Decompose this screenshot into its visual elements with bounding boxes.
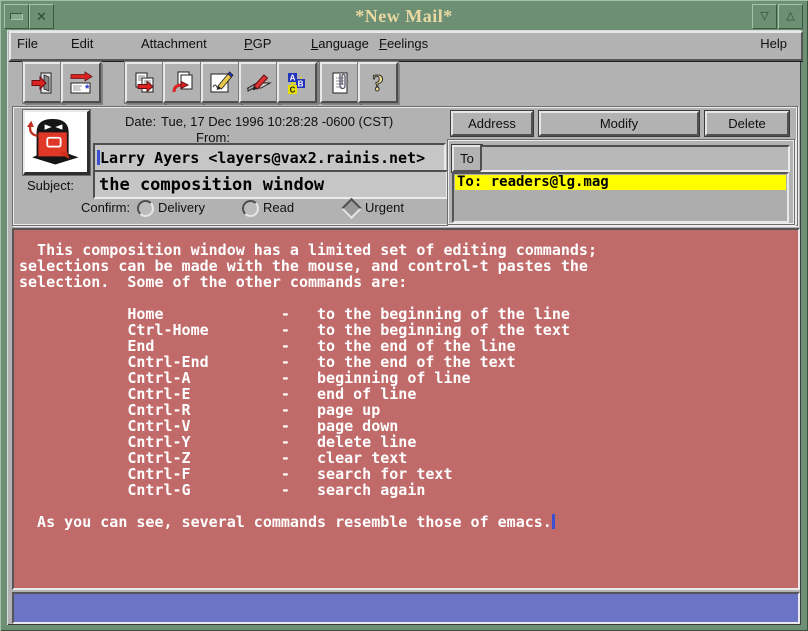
urgent-diamond-toggle[interactable] xyxy=(341,198,362,219)
help-button[interactable]: ? xyxy=(358,62,398,103)
address-button[interactable]: Address xyxy=(451,111,533,136)
status-bar xyxy=(12,592,800,624)
confirm-delivery-radio[interactable] xyxy=(137,200,154,217)
insert-document-icon xyxy=(170,70,196,96)
confirm-read-label: Read xyxy=(263,200,294,215)
menubar: File Edit Attachment PGP Language Feelin… xyxy=(9,31,803,61)
svg-text:C: C xyxy=(290,85,296,94)
maximize-up-icon: △ xyxy=(786,11,794,22)
recipient-row-selected[interactable]: To: readers@lg.mag xyxy=(455,175,786,190)
insert-file-button[interactable] xyxy=(163,62,203,103)
new-mail-window: ✕ *New Mail* ▽ △ File Edit Attachment PG… xyxy=(0,0,808,631)
message-header-panel: Date: Tue, 17 Dec 1996 10:28:28 -0600 (C… xyxy=(12,106,798,226)
menu-pgp[interactable]: PGP xyxy=(244,33,271,55)
to-input[interactable] xyxy=(480,145,790,172)
send-button[interactable]: * xyxy=(61,62,101,103)
menu-feelings[interactable]: Feelings xyxy=(379,33,428,55)
maximize-button[interactable]: △ xyxy=(778,4,803,29)
delete-button[interactable]: Delete xyxy=(705,111,789,136)
confirm-read-radio[interactable] xyxy=(242,200,259,217)
subject-label: Subject: xyxy=(27,178,74,193)
notes-button[interactable] xyxy=(320,62,360,103)
send-envelope-icon: * xyxy=(68,70,94,96)
menu-file[interactable]: File xyxy=(17,33,38,55)
svg-text:B: B xyxy=(298,79,304,88)
help-question-icon: ? xyxy=(365,70,391,96)
erase-text-button[interactable] xyxy=(239,62,279,103)
menu-language[interactable]: Language xyxy=(311,33,369,55)
date-value: Tue, 17 Dec 1996 10:28:28 -0600 (CST) xyxy=(161,114,393,129)
svg-text:*: * xyxy=(85,83,90,95)
copy-documents-icon xyxy=(132,70,158,96)
message-body-text: This composition window has a limited se… xyxy=(14,230,798,530)
date-label: Date: xyxy=(125,114,156,129)
modify-button[interactable]: Modify xyxy=(539,111,699,136)
titlebar[interactable]: ✕ *New Mail* ▽ △ xyxy=(2,2,806,29)
body-text-caret xyxy=(552,514,555,529)
copy-text-button[interactable] xyxy=(125,62,165,103)
menu-attachment[interactable]: Attachment xyxy=(141,33,207,55)
exit-door-icon xyxy=(30,70,56,96)
erase-pad-icon xyxy=(246,70,272,96)
window-title: *New Mail* xyxy=(2,6,806,27)
compose-pen-icon xyxy=(208,70,234,96)
recipients-frame: To To: readers@lg.mag xyxy=(447,139,795,225)
svg-text:A: A xyxy=(290,73,296,82)
message-body-editor[interactable]: This composition window has a limited se… xyxy=(12,228,800,590)
menu-help[interactable]: Help xyxy=(760,33,787,55)
menu-edit[interactable]: Edit xyxy=(71,33,93,55)
clipboard-icon xyxy=(327,70,353,96)
recipient-list[interactable]: To: readers@lg.mag xyxy=(452,172,789,223)
edit-message-button[interactable] xyxy=(201,62,241,103)
shade-button[interactable]: ▽ xyxy=(752,4,777,29)
spell-abc-icon: A B C xyxy=(284,70,310,96)
to-button[interactable]: To xyxy=(452,145,482,172)
mailbox-icon xyxy=(25,112,82,167)
exit-button[interactable] xyxy=(23,62,63,103)
from-input[interactable]: Larry Ayers <layers@vax2.rainis.net> xyxy=(93,143,446,172)
client-area: File Edit Attachment PGP Language Feelin… xyxy=(7,30,801,625)
urgent-label: Urgent xyxy=(365,200,404,215)
spell-check-button[interactable]: A B C xyxy=(277,62,317,103)
subject-input[interactable]: the composition window xyxy=(93,170,448,199)
confirm-delivery-label: Delivery xyxy=(158,200,205,215)
shade-down-icon: ▽ xyxy=(760,11,768,22)
xfmail-mailbox-logo xyxy=(23,110,90,175)
svg-text:?: ? xyxy=(372,71,384,96)
confirm-label: Confirm: xyxy=(81,200,130,215)
